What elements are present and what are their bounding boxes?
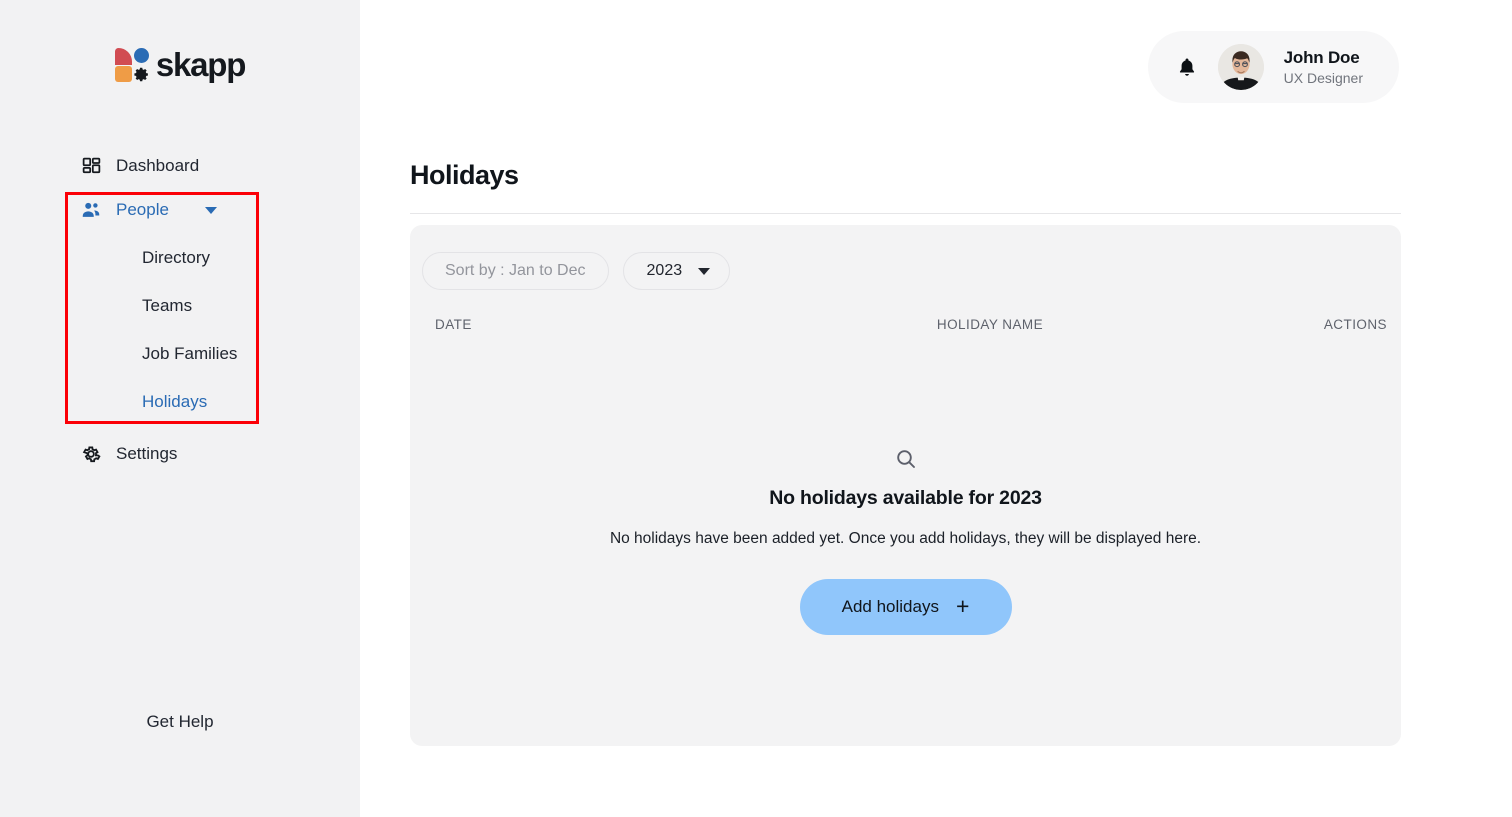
empty-state: No holidays available for 2023 No holida…: [410, 447, 1401, 635]
main-content: John Doe UX Designer Holidays Sort by : …: [360, 0, 1512, 817]
logo-gear-icon: [133, 66, 150, 83]
user-meta: John Doe UX Designer: [1284, 47, 1363, 88]
app-root: skapp Dashboard People Directory Teams J…: [0, 0, 1512, 817]
column-header-date: DATE: [435, 317, 472, 332]
page-title: Holidays: [410, 160, 519, 190]
dashboard-grid-icon: [80, 155, 102, 177]
sidebar-item-label-dashboard: Dashboard: [116, 156, 200, 175]
chevron-down-icon: [698, 267, 711, 275]
column-header-holiday-name: HOLIDAY NAME: [936, 317, 1044, 332]
plus-icon: +: [955, 592, 970, 619]
sidebar-item-settings[interactable]: Settings: [0, 432, 360, 476]
sidebar: skapp Dashboard People Directory Teams J…: [0, 0, 360, 817]
user-name: John Doe: [1283, 47, 1360, 67]
table-header-row: DATE HOLIDAY NAME ACTIONS: [410, 317, 1401, 332]
sidebar-item-job-families[interactable]: Job Families: [0, 330, 360, 378]
empty-state-description: No holidays have been added yet. Once yo…: [609, 530, 1202, 547]
add-holidays-button[interactable]: Add holidays +: [799, 579, 1012, 635]
sidebar-item-teams[interactable]: Teams: [0, 282, 360, 330]
sidebar-item-people[interactable]: People: [0, 188, 360, 232]
sidebar-nav: Dashboard People Directory Teams Job Fam…: [0, 124, 360, 476]
empty-state-title: No holidays available for 2023: [769, 487, 1042, 509]
sidebar-item-label-people: People: [116, 200, 169, 219]
top-bar: John Doe UX Designer: [1147, 31, 1399, 103]
sidebar-item-label-job-families: Job Families: [142, 344, 238, 363]
get-help-label: Get Help: [146, 712, 214, 731]
sidebar-item-label-holidays: Holidays: [142, 392, 208, 411]
title-divider: [410, 213, 1401, 214]
brand-logo[interactable]: skapp: [0, 0, 360, 124]
sort-by-label: Sort by : Jan to Dec: [445, 262, 586, 279]
year-dropdown[interactable]: 2023: [622, 252, 731, 290]
sidebar-item-label-teams: Teams: [142, 296, 193, 315]
filter-bar: Sort by : Jan to Dec 2023: [422, 252, 731, 290]
sidebar-item-label-settings: Settings: [116, 444, 178, 463]
avatar: [1217, 44, 1264, 90]
logo-red-shape-icon: [114, 48, 132, 65]
search-icon: [894, 447, 918, 471]
people-icon: [80, 199, 102, 221]
sidebar-item-directory[interactable]: Directory: [0, 234, 360, 282]
brand-name: skapp: [155, 46, 247, 83]
sidebar-item-label-directory: Directory: [142, 248, 211, 267]
gear-icon: [80, 443, 102, 465]
sidebar-subnav-people: Directory Teams Job Families Holidays: [0, 234, 360, 426]
user-profile-chip[interactable]: John Doe UX Designer: [1147, 31, 1399, 103]
holidays-card: Sort by : Jan to Dec 2023 DATE HOLIDAY N…: [410, 225, 1401, 746]
sidebar-item-holidays[interactable]: Holidays: [0, 378, 360, 426]
add-holidays-label: Add holidays: [841, 597, 939, 616]
skapp-logo-mark: [114, 48, 150, 83]
sort-by-dropdown[interactable]: Sort by : Jan to Dec: [422, 252, 609, 290]
chevron-down-icon[interactable]: [204, 206, 217, 214]
sidebar-item-dashboard[interactable]: Dashboard: [0, 144, 360, 188]
logo-blue-circle-icon: [133, 48, 149, 63]
bell-icon[interactable]: [1176, 55, 1198, 79]
get-help-link[interactable]: Get Help: [0, 712, 360, 732]
column-header-actions: ACTIONS: [1323, 317, 1387, 332]
logo-orange-square-icon: [114, 66, 132, 82]
user-role: UX Designer: [1283, 69, 1363, 86]
year-label: 2023: [646, 262, 683, 279]
